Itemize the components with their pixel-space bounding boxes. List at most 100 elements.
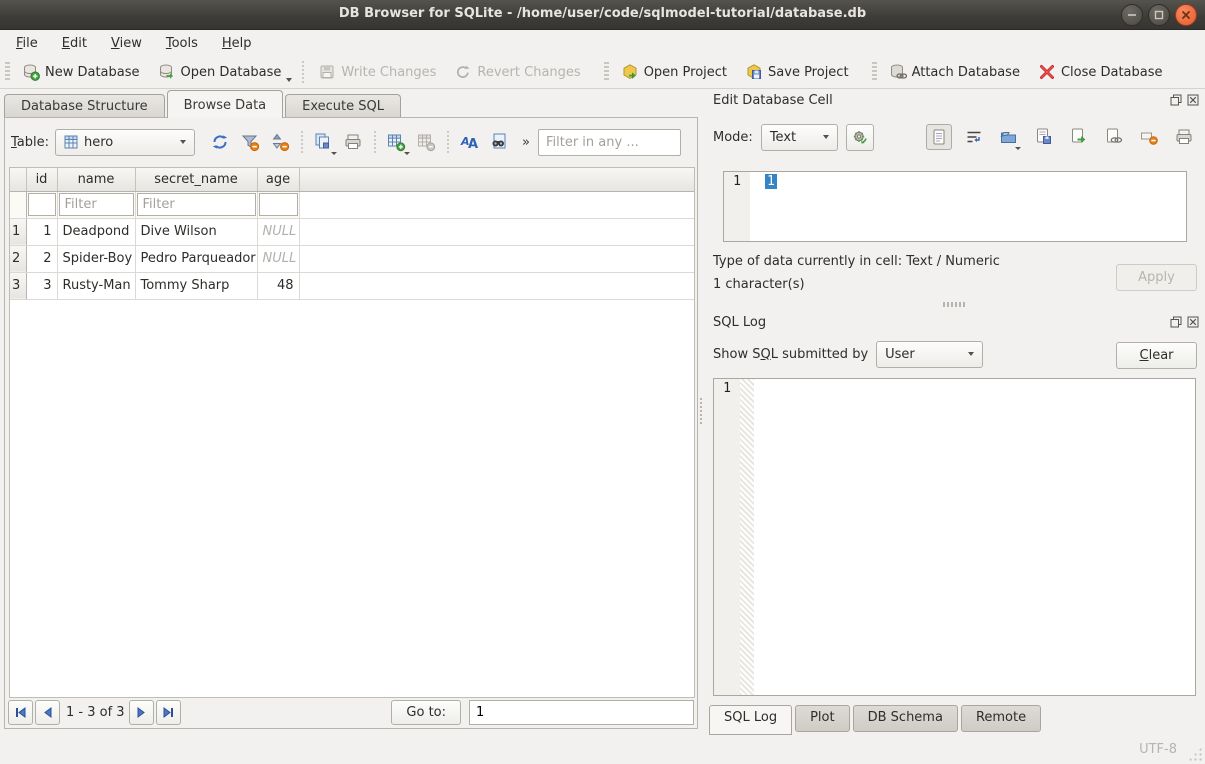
- toolbar-grip[interactable]: [5, 62, 10, 82]
- word-wrap-button[interactable]: [961, 124, 987, 150]
- table-row: 3 3 Rusty-Man Tommy Sharp 48: [10, 272, 694, 299]
- cell-id[interactable]: 2: [26, 245, 57, 272]
- close-button[interactable]: [1175, 4, 1197, 26]
- grid-corner[interactable]: [10, 168, 26, 191]
- cell-age[interactable]: NULL: [257, 218, 299, 245]
- toolbar-grip[interactable]: [604, 62, 609, 82]
- menu-help[interactable]: Help: [210, 33, 264, 54]
- filter-any-input[interactable]: [538, 129, 681, 156]
- cell-name[interactable]: Rusty-Man: [57, 272, 135, 299]
- new-record-button[interactable]: [381, 129, 411, 155]
- text-mode-button[interactable]: [926, 124, 952, 150]
- clear-filters-button[interactable]: [235, 129, 265, 155]
- menu-edit[interactable]: Edit: [50, 33, 99, 54]
- set-null-button[interactable]: [1136, 124, 1162, 150]
- mode-select-value: Text: [770, 130, 796, 145]
- print-cell-button[interactable]: [1171, 124, 1197, 150]
- float-dock-icon[interactable]: [1170, 94, 1182, 106]
- open-database-button[interactable]: Open Database: [149, 59, 291, 85]
- copy-link-button[interactable]: [1101, 124, 1127, 150]
- table-select-value: hero: [84, 135, 113, 150]
- row-header[interactable]: 2: [10, 245, 26, 272]
- open-project-icon: [621, 63, 639, 81]
- open-database-dropdown-caret[interactable]: [286, 78, 292, 82]
- menu-tools[interactable]: Tools: [154, 33, 210, 54]
- toolbar-overflow-chevron[interactable]: »: [522, 135, 530, 150]
- mode-select[interactable]: Text: [761, 124, 838, 151]
- filter-input-id[interactable]: [28, 193, 56, 216]
- window-resize-grip[interactable]: [1188, 747, 1202, 761]
- sql-source-select[interactable]: User: [876, 341, 983, 368]
- tab-sql-log[interactable]: SQL Log: [709, 705, 792, 735]
- close-database-button[interactable]: Close Database: [1029, 59, 1172, 85]
- column-header-name[interactable]: name: [57, 168, 135, 191]
- clear-log-button[interactable]: Clear: [1116, 342, 1197, 369]
- menu-file[interactable]: File: [4, 33, 50, 54]
- tab-database-structure[interactable]: Database Structure: [4, 94, 165, 118]
- menu-view[interactable]: View: [99, 33, 154, 54]
- sql-log-editor[interactable]: 1: [713, 378, 1196, 696]
- refresh-button[interactable]: [205, 129, 235, 155]
- cell-name[interactable]: Spider-Boy: [57, 245, 135, 272]
- panel-splitter-handle[interactable]: [699, 398, 704, 424]
- minimize-button[interactable]: [1121, 4, 1143, 26]
- toolbar-grip[interactable]: [872, 62, 877, 82]
- controls-separator: [372, 131, 377, 153]
- close-dock-icon[interactable]: [1187, 94, 1199, 106]
- clear-sort-button[interactable]: [265, 129, 295, 155]
- maximize-button[interactable]: [1148, 4, 1170, 26]
- tab-browse-data[interactable]: Browse Data: [167, 90, 284, 118]
- cell-name[interactable]: Deadpond: [57, 218, 135, 245]
- first-page-button[interactable]: [8, 700, 33, 725]
- cell-id[interactable]: 1: [26, 218, 57, 245]
- save-project-button[interactable]: Save Project: [736, 59, 858, 85]
- cell-secret-name[interactable]: Pedro Parqueador: [135, 245, 257, 272]
- new-database-button[interactable]: New Database: [13, 59, 149, 85]
- save-document-icon: [1034, 127, 1054, 147]
- cell-editor[interactable]: 1 1: [723, 171, 1187, 242]
- auto-switch-mode-button[interactable]: [846, 124, 875, 151]
- cell-age[interactable]: 48: [257, 272, 299, 299]
- filter-input-secret-name[interactable]: [137, 193, 256, 216]
- goto-button[interactable]: Go to:: [391, 700, 461, 725]
- open-in-external-button[interactable]: [1066, 124, 1092, 150]
- previous-page-button[interactable]: [35, 700, 60, 725]
- format-toggle-button[interactable]: A A: [454, 129, 484, 155]
- encoding-indicator[interactable]: UTF-8: [1139, 742, 1177, 757]
- row-header[interactable]: 1: [10, 218, 26, 245]
- tab-plot[interactable]: Plot: [795, 705, 850, 732]
- row-header[interactable]: 3: [10, 272, 26, 299]
- cell-age[interactable]: NULL: [257, 245, 299, 272]
- chevron-down-icon: [180, 140, 186, 144]
- filter-input-age[interactable]: [259, 193, 298, 216]
- clear-filter-icon: [240, 132, 260, 152]
- copy-record-button[interactable]: [308, 129, 338, 155]
- close-dock-icon[interactable]: [1187, 316, 1199, 328]
- print-records-button[interactable]: [338, 129, 368, 155]
- column-header-secret-name[interactable]: secret_name: [135, 168, 257, 191]
- dock-splitter-handle[interactable]: [943, 302, 967, 307]
- tab-db-schema[interactable]: DB Schema: [853, 705, 958, 732]
- dock-tab-bar: SQL Log Plot DB Schema Remote: [709, 705, 1044, 735]
- last-page-button[interactable]: [156, 700, 181, 725]
- cell-secret-name[interactable]: Dive Wilson: [135, 218, 257, 245]
- cell-id[interactable]: 3: [26, 272, 57, 299]
- svg-text:A: A: [468, 137, 478, 152]
- export-cell-data-button[interactable]: [1031, 124, 1057, 150]
- next-page-button[interactable]: [129, 700, 154, 725]
- cell-secret-name[interactable]: Tommy Sharp: [135, 272, 257, 299]
- tab-execute-sql[interactable]: Execute SQL: [285, 94, 401, 118]
- attach-database-button[interactable]: Attach Database: [880, 59, 1029, 85]
- float-dock-icon[interactable]: [1170, 316, 1182, 328]
- column-header-age[interactable]: age: [257, 168, 299, 191]
- goto-record-input[interactable]: [469, 700, 694, 725]
- last-page-icon: [162, 706, 175, 719]
- open-project-button[interactable]: Open Project: [612, 59, 736, 85]
- goto-cell-button[interactable]: [484, 129, 514, 155]
- sql-source-select-value: User: [885, 347, 915, 362]
- filter-input-name[interactable]: [59, 193, 134, 216]
- table-select[interactable]: hero: [55, 129, 195, 156]
- import-cell-data-button[interactable]: [996, 124, 1022, 150]
- column-header-id[interactable]: id: [26, 168, 57, 191]
- tab-remote[interactable]: Remote: [961, 705, 1041, 732]
